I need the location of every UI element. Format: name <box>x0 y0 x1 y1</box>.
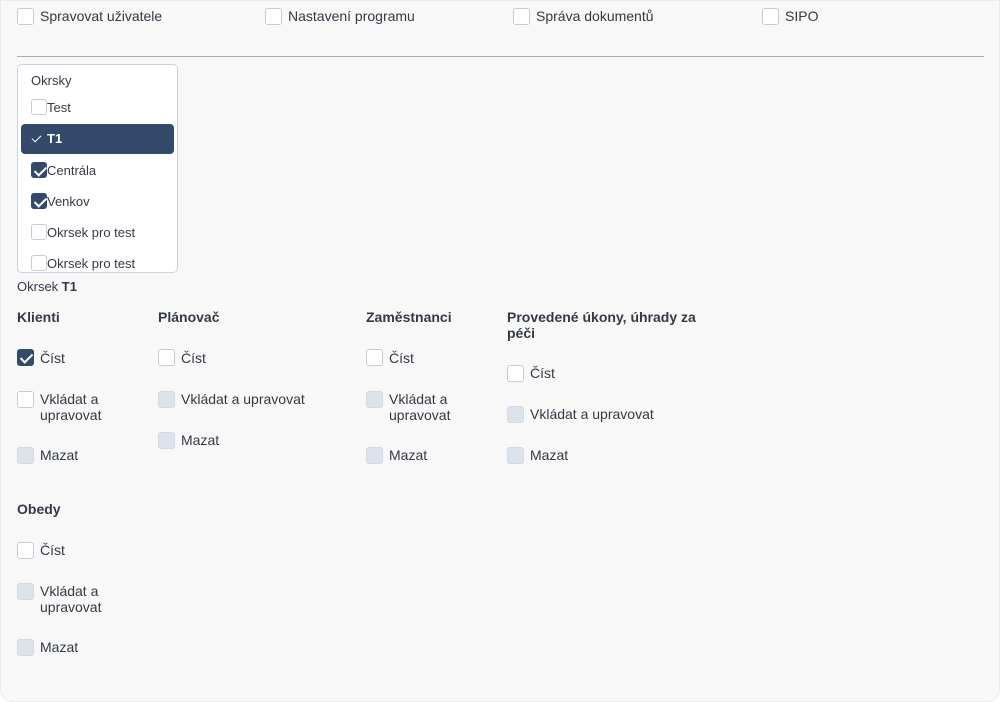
option-label: Číst <box>40 350 65 366</box>
option-label: Číst <box>389 350 414 366</box>
district-label: Centrála <box>47 163 97 178</box>
district-option-venkov[interactable]: Venkov <box>18 188 177 218</box>
districts-title: Okrsky <box>31 73 72 88</box>
district-label: Test <box>47 100 71 115</box>
district-option-okrsek-pro-test[interactable]: Okrsek pro test <box>18 219 177 249</box>
klienti-delete-checkbox[interactable] <box>17 447 34 464</box>
user-permissions-panel: Spravovat uživatele Nastavení programu S… <box>0 0 1000 702</box>
document-management-checkbox[interactable] <box>513 8 530 25</box>
option-label: Mazat <box>389 447 428 463</box>
district-option-okrsek-pro-test-2[interactable]: Okrsek pro test <box>18 250 177 272</box>
district-label: Venkov <box>47 194 90 209</box>
ukony-delete-checkbox[interactable] <box>507 447 524 464</box>
section-title: Zaměstnanci <box>366 309 452 325</box>
selected-district-caption: Okrsek T1 <box>17 279 77 295</box>
option-label: Vkládat a upravovat <box>389 391 451 423</box>
district-checkbox[interactable] <box>31 99 47 115</box>
option-label: Vkládat a upravovat <box>530 406 654 422</box>
district-checkbox[interactable] <box>31 162 47 178</box>
districts-listbox[interactable]: Okrsky Test T1 Centrála Venkov Okrsek pr… <box>17 64 178 273</box>
option-label: Číst <box>181 350 206 366</box>
ukony-edit-checkbox[interactable] <box>507 406 524 423</box>
klienti-read-checkbox[interactable] <box>17 349 34 366</box>
check-icon <box>31 132 42 143</box>
section-divider <box>17 56 984 57</box>
program-settings-label: Nastavení programu <box>288 8 415 24</box>
ukony-read-checkbox[interactable] <box>507 365 524 382</box>
sipo-label: SIPO <box>785 8 819 24</box>
district-label: Okrsek pro test <box>47 256 136 271</box>
klienti-edit-checkbox[interactable] <box>17 391 34 408</box>
zamestnanci-delete-checkbox[interactable] <box>366 447 383 464</box>
section-title: Klienti <box>17 309 60 325</box>
option-label: Číst <box>530 365 555 381</box>
district-label: T1 <box>47 131 63 146</box>
district-option-t1[interactable]: T1 <box>21 124 174 154</box>
planovac-delete-checkbox[interactable] <box>158 432 175 449</box>
district-checkbox[interactable] <box>31 193 47 209</box>
option-label: Číst <box>40 542 65 558</box>
section-title: Provedené úkony, úhrady za péči <box>507 309 696 341</box>
program-settings-checkbox[interactable] <box>265 8 282 25</box>
option-label: Vkládat a upravovat <box>40 391 102 423</box>
option-label: Mazat <box>530 447 569 463</box>
zamestnanci-read-checkbox[interactable] <box>366 349 383 366</box>
option-label: Mazat <box>181 432 220 448</box>
planovac-edit-checkbox[interactable] <box>158 391 175 408</box>
zamestnanci-edit-checkbox[interactable] <box>366 391 383 408</box>
option-label: Vkládat a upravovat <box>40 583 102 615</box>
selected-district-prefix: Okrsek <box>17 279 59 294</box>
sipo-checkbox[interactable] <box>762 8 779 25</box>
section-title: Obedy <box>17 501 61 517</box>
manage-users-label: Spravovat uživatele <box>40 8 163 24</box>
district-checkbox[interactable] <box>31 255 47 271</box>
section-title: Plánovač <box>158 309 220 325</box>
obedy-edit-checkbox[interactable] <box>17 583 34 600</box>
option-label: Mazat <box>40 447 79 463</box>
document-management-label: Správa dokumentů <box>536 8 654 24</box>
option-label: Vkládat a upravovat <box>181 391 305 407</box>
district-checkbox[interactable] <box>31 224 47 240</box>
planovac-read-checkbox[interactable] <box>158 349 175 366</box>
obedy-delete-checkbox[interactable] <box>17 639 34 656</box>
obedy-read-checkbox[interactable] <box>17 542 34 559</box>
selected-district-name: T1 <box>61 279 77 294</box>
manage-users-checkbox[interactable] <box>17 8 34 25</box>
district-label: Okrsek pro test <box>47 225 136 240</box>
option-label: Mazat <box>40 639 79 655</box>
district-option-test[interactable]: Test <box>18 94 177 124</box>
district-option-centrala[interactable]: Centrála <box>18 157 177 187</box>
